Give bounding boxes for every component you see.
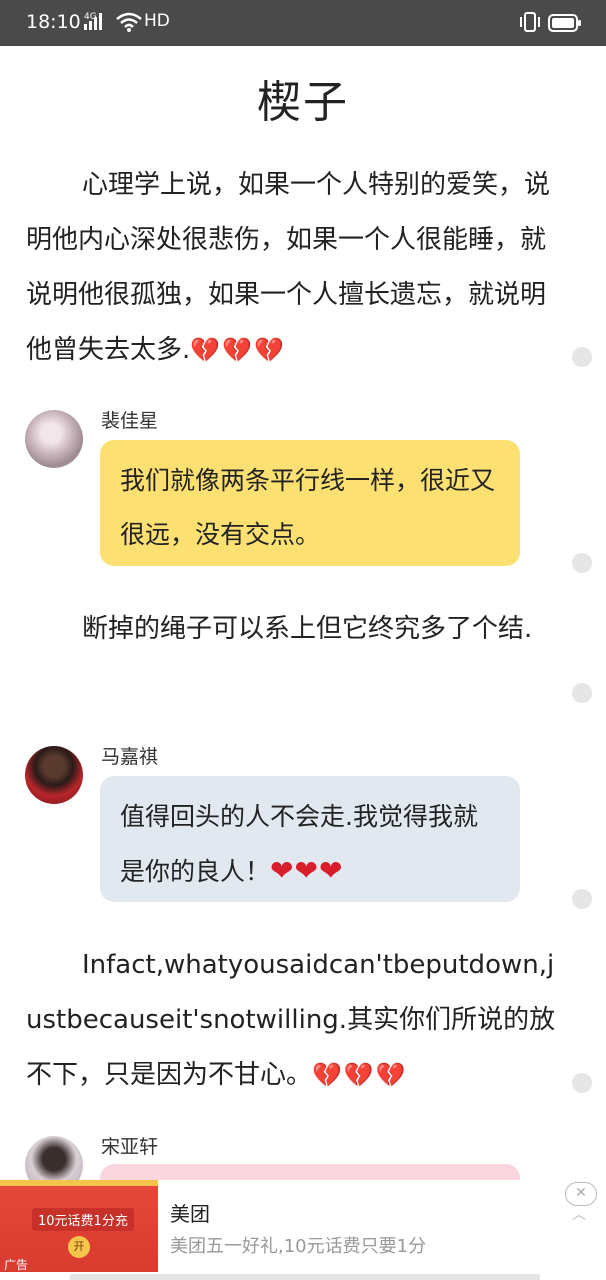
vibrate-icon	[518, 11, 542, 38]
ad-title[interactable]: 美团	[170, 1198, 210, 1227]
author-name: 裴佳星	[101, 410, 159, 432]
paragraph-text: 心理学上说，如果一个人特别的爱笑，说明他内心深处很悲伤，如果一个人很能睡，就说明…	[26, 170, 551, 365]
paragraph-text: Infact,whatyousaidcan'tbeputdown,justbec…	[26, 950, 556, 1090]
ad-label: 广告	[4, 1258, 29, 1272]
ad-open-button[interactable]: 开	[68, 1236, 90, 1258]
ad-promo: 10元话费1分充	[32, 1208, 134, 1231]
ad-strip	[0, 1180, 158, 1186]
broken-heart-icon: 💔💔💔	[190, 336, 286, 364]
message-bubble: 我们就像两条平行线一样，很近又很远，没有交点。	[100, 440, 520, 566]
heart-icon: ❤❤❤	[270, 854, 344, 887]
paragraph-text: 断掉的绳子可以系上但它终究多了个结.	[82, 614, 533, 644]
scroll-dot[interactable]	[572, 683, 592, 703]
ad-image[interactable]: 10元话费1分充 开 广告	[0, 1180, 158, 1272]
paragraph: 心理学上说，如果一个人特别的爱笑，说明他内心深处很悲伤，如果一个人很能睡，就说明…	[26, 158, 556, 378]
avatar[interactable]	[25, 746, 83, 804]
bottom-nav-strip	[70, 1274, 540, 1280]
avatar[interactable]	[25, 410, 83, 468]
paragraph: 断掉的绳子可以系上但它终究多了个结.	[26, 602, 556, 657]
broken-heart-icon: 💔💔💔	[312, 1061, 408, 1089]
message-bubble: 值得回头的人不会走.我觉得我就是你的良人！❤❤❤	[100, 776, 520, 902]
chevron-up-icon[interactable]: ︿	[572, 1204, 586, 1224]
status-bar: 18:10 4G HD	[0, 0, 606, 46]
close-icon[interactable]: ✕	[565, 1182, 597, 1206]
message-text: 我们就像两条平行线一样，很近又很远，没有交点。	[120, 466, 496, 549]
status-time: 18:10	[26, 11, 81, 33]
ad-description[interactable]: 美团五一好礼,10元话费只要1分	[170, 1232, 426, 1258]
paragraph: Infact,whatyousaidcan'tbeputdown,justbec…	[26, 938, 556, 1103]
scroll-dot[interactable]	[572, 553, 592, 573]
wifi-icon	[116, 12, 142, 37]
scroll-dot[interactable]	[572, 889, 592, 909]
signal-icon: 4G	[84, 10, 112, 39]
author-name: 宋亚轩	[101, 1136, 159, 1158]
scroll-dot[interactable]	[572, 347, 592, 367]
hd-indicator: HD	[144, 11, 170, 31]
author-name: 马嘉祺	[101, 746, 159, 768]
battery-icon	[548, 14, 582, 37]
page-title: 楔子	[257, 77, 349, 128]
ad-banner[interactable]: 10元话费1分充 开 广告 美团 美团五一好礼,10元话费只要1分 ✕ ︿	[0, 1180, 606, 1280]
scroll-dot[interactable]	[572, 1073, 592, 1093]
